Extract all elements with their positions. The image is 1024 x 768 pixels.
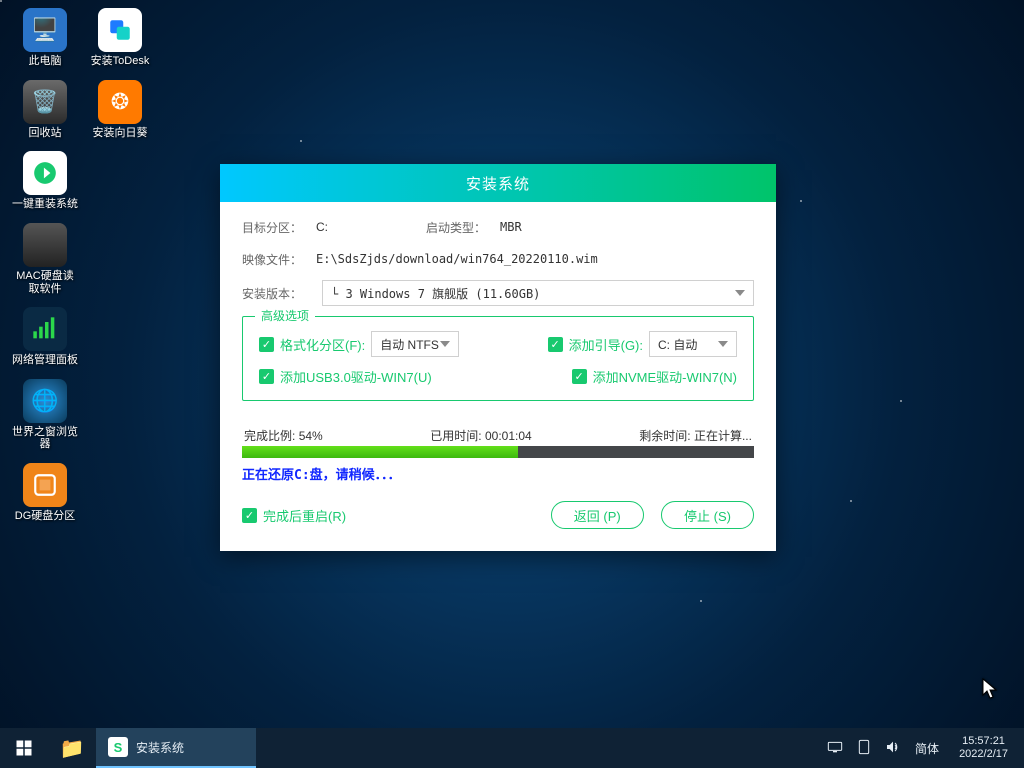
mouse-cursor-icon (982, 678, 998, 700)
app-icon: S (108, 737, 128, 757)
add-usb3-driver-label: 添加USB3.0驱动-WIN7(U) (280, 367, 432, 386)
elapsed-time: 已用时间: 00:01:04 (430, 427, 531, 444)
dialog-title: 安装系统 (220, 164, 776, 202)
format-partition-checkbox[interactable] (259, 337, 274, 352)
target-partition-label: 目标分区： (242, 219, 316, 236)
network-tray-icon[interactable] (827, 740, 843, 757)
icon-label: DG硬盘分区 (15, 510, 76, 523)
desktop-icon-install-todesk[interactable]: 安装ToDesk (85, 6, 155, 70)
windows-icon (15, 739, 33, 757)
todesk-icon (98, 8, 142, 52)
add-boot-select[interactable]: C: 自动 (649, 331, 737, 357)
progress-bar (242, 446, 754, 458)
format-type-select[interactable]: 自动 NTFS (371, 331, 459, 357)
icon-label: 一键重装系统 (12, 198, 78, 211)
progress-area: 完成比例: 54% 已用时间: 00:01:04 剩余时间: 正在计算... 正… (242, 427, 754, 483)
icon-label: 世界之窗浏览器 (12, 426, 78, 451)
sunflower-icon: ❂ (98, 80, 142, 124)
format-type-value: 自动 NTFS (380, 336, 439, 353)
apple-icon (23, 223, 67, 267)
reboot-after-checkbox[interactable] (242, 508, 257, 523)
taskbar-item-label: 安装系统 (136, 739, 184, 756)
start-button[interactable] (0, 728, 48, 768)
reboot-after-label: 完成后重启(R) (263, 506, 346, 525)
install-system-dialog: 安装系统 目标分区： C: 启动类型： MBR 映像文件： E:\SdsZjds… (220, 164, 776, 551)
chevron-down-icon (718, 341, 728, 347)
back-button[interactable]: 返回 (P) (551, 501, 644, 529)
icon-label: 网络管理面板 (12, 354, 78, 367)
image-file-value: E:\SdsZjds/download/win764_20220110.wim (316, 252, 598, 266)
network-icon (23, 307, 67, 351)
tray-clock[interactable]: 15:57:21 2022/2/17 (953, 735, 1014, 760)
chevron-down-icon (735, 290, 745, 296)
desktop-icon-install-sunlogin[interactable]: ❂ 安装向日葵 (85, 78, 155, 142)
desktop-icon-recycle-bin[interactable]: 🗑️ 回收站 (10, 78, 80, 142)
boot-type-value: MBR (500, 220, 522, 234)
desktop-icon-column-2: 安装ToDesk ❂ 安装向日葵 (85, 6, 155, 141)
desktop-icon-theworld-browser[interactable]: 🌐 世界之窗浏览器 (10, 377, 80, 453)
diskgenius-icon (23, 463, 67, 507)
desktop-icon-this-pc[interactable]: 🖥️ 此电脑 (10, 6, 80, 70)
icon-label: MAC硬盘读取软件 (12, 270, 78, 295)
globe-icon: 🌐 (23, 379, 67, 423)
advanced-legend: 高级选项 (255, 307, 315, 324)
add-boot-value: C: 自动 (658, 336, 697, 353)
add-boot-label: 添加引导(G): (569, 335, 643, 354)
desktop-icon-mac-disk-reader[interactable]: MAC硬盘读取软件 (10, 221, 80, 297)
remaining-time: 剩余时间: 正在计算... (639, 427, 752, 444)
progress-bar-fill (242, 446, 518, 458)
taskbar: 📁 S 安装系统 简体 15:57:21 2022/2/17 (0, 728, 1024, 768)
trash-icon: 🗑️ (23, 80, 67, 124)
desktop-icon-one-key-reinstall[interactable]: 一键重装系统 (10, 149, 80, 213)
reinstall-icon (23, 151, 67, 195)
icon-label: 此电脑 (29, 55, 62, 68)
system-tray: 简体 15:57:21 2022/2/17 (817, 735, 1024, 760)
taskbar-item-install-system[interactable]: S 安装系统 (96, 728, 256, 768)
image-file-label: 映像文件： (242, 251, 316, 268)
install-version-value: └ 3 Windows 7 旗舰版 (11.60GB) (331, 285, 540, 302)
progress-percent: 完成比例: 54% (244, 427, 323, 444)
desktop-icon-network-panel[interactable]: 网络管理面板 (10, 305, 80, 369)
icon-label: 安装向日葵 (93, 127, 148, 140)
boot-type-label: 启动类型： (426, 219, 500, 236)
add-nvme-driver-label: 添加NVME驱动-WIN7(N) (593, 367, 737, 386)
format-partition-label: 格式化分区(F): (280, 335, 365, 354)
add-usb3-driver-checkbox[interactable] (259, 369, 274, 384)
file-explorer-button[interactable]: 📁 (48, 728, 96, 768)
ime-indicator[interactable]: 简体 (915, 740, 939, 757)
add-nvme-driver-checkbox[interactable] (572, 369, 587, 384)
volume-icon[interactable] (885, 740, 901, 757)
icon-label: 安装ToDesk (91, 55, 150, 68)
install-version-label: 安装版本： (242, 285, 316, 302)
install-version-select[interactable]: └ 3 Windows 7 旗舰版 (11.60GB) (322, 280, 754, 306)
target-partition-value: C: (316, 220, 426, 234)
monitor-icon: 🖥️ (23, 8, 67, 52)
tray-time: 15:57:21 (959, 735, 1008, 748)
desktop-icon-dg-partition[interactable]: DG硬盘分区 (10, 461, 80, 525)
advanced-options-group: 高级选项 格式化分区(F): 自动 NTFS 添加引导(G): C: 自动 (242, 316, 754, 401)
action-center-icon[interactable] (857, 739, 871, 758)
status-text: 正在还原C:盘，请稍候．．． (242, 464, 754, 483)
dialog-body: 目标分区： C: 启动类型： MBR 映像文件： E:\SdsZjds/down… (220, 202, 776, 551)
icon-label: 回收站 (29, 127, 62, 140)
add-boot-checkbox[interactable] (548, 337, 563, 352)
stop-button[interactable]: 停止 (S) (661, 501, 754, 529)
chevron-down-icon (440, 341, 450, 347)
tray-date: 2022/2/17 (959, 748, 1008, 761)
folder-icon: 📁 (60, 736, 85, 761)
